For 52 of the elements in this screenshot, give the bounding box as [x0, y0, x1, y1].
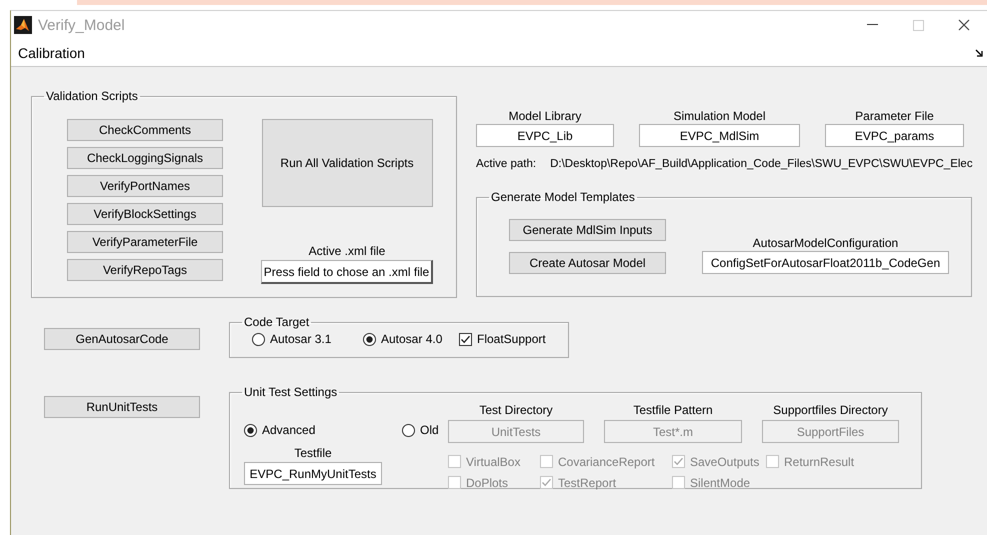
- group-title: Generate Model Templates: [490, 190, 636, 204]
- radio-option[interactable]: Advanced: [244, 423, 316, 437]
- script-button[interactable]: VerifyBlockSettings: [67, 203, 223, 225]
- field-label: Parameter File: [855, 109, 934, 123]
- diagonal-arrow-icon[interactable]: [975, 48, 983, 56]
- window-title: Verify_Model: [38, 16, 126, 34]
- checkbox-icon: [766, 455, 779, 468]
- radio-icon: [402, 424, 415, 436]
- field-label: Simulation Model: [673, 109, 766, 123]
- config-field[interactable]: ConfigSetForAutosarFloat2011b_CodeGen: [702, 251, 949, 274]
- menu-item[interactable]: Calibration: [18, 44, 975, 60]
- checkbox-option[interactable]: FloatSupport: [459, 332, 546, 346]
- testfile-field[interactable]: EVPC_RunMyUnitTests: [244, 462, 382, 485]
- run-all-button[interactable]: Run All Validation Scripts: [262, 119, 432, 207]
- group-title: Unit Test Settings: [243, 385, 338, 399]
- radio-option[interactable]: Autosar 3.1: [252, 332, 363, 346]
- field-label: Test Directory: [479, 403, 553, 417]
- field-label: Testfile Pattern: [633, 403, 713, 417]
- radio-option[interactable]: Old: [402, 423, 448, 437]
- model-file-field[interactable]: EVPC_MdlSim: [639, 124, 800, 147]
- field-label: Testfile: [294, 446, 332, 460]
- script-button[interactable]: CheckComments: [67, 119, 223, 141]
- checkbox-icon: [672, 455, 685, 468]
- script-button[interactable]: VerifyParameterFile: [67, 231, 223, 253]
- model-file-field[interactable]: EVPC_Lib: [476, 124, 614, 147]
- checkbox-icon: [448, 476, 461, 489]
- field-label: Supportfiles Directory: [773, 403, 888, 417]
- group-title: Validation Scripts: [45, 89, 139, 103]
- checkbox-icon: [672, 476, 685, 489]
- script-button[interactable]: VerifyPortNames: [67, 175, 223, 197]
- radio-icon: [363, 332, 376, 346]
- group-title: Code Target: [243, 315, 310, 329]
- radio-option[interactable]: Autosar 4.0: [363, 332, 459, 346]
- active-path-label: Active path:: [476, 158, 536, 170]
- xml-file-field[interactable]: Press field to chose an .xml file: [261, 260, 433, 284]
- checkbox-icon: [459, 332, 472, 346]
- active-path-value: D:\Desktop\Repo\AF_Build\Application_Code_Files\SWU_EVPC\SWU\EVPC_Elec: [550, 158, 973, 170]
- script-button[interactable]: CheckLoggingSignals: [67, 147, 223, 169]
- template-button[interactable]: Generate MdlSim Inputs: [509, 219, 666, 241]
- field-label: AutosarModelConfiguration: [752, 236, 898, 250]
- radio-icon: [252, 332, 265, 346]
- checkbox-icon: [540, 455, 553, 468]
- peak-logo-icon: [14, 16, 32, 34]
- xml-file-label: Active .xml file: [308, 244, 386, 258]
- template-button[interactable]: Create Autosar Model: [509, 252, 666, 274]
- checkbox-icon: [448, 455, 461, 468]
- run-tests-button[interactable]: RunUnitTests: [44, 396, 200, 418]
- radio-icon: [244, 424, 257, 436]
- model-file-field[interactable]: EVPC_params: [825, 124, 964, 147]
- gen-code-button[interactable]: GenAutosarCode: [44, 328, 200, 350]
- field-label: Model Library: [508, 109, 582, 123]
- script-button[interactable]: VerifyRepoTags: [67, 259, 223, 281]
